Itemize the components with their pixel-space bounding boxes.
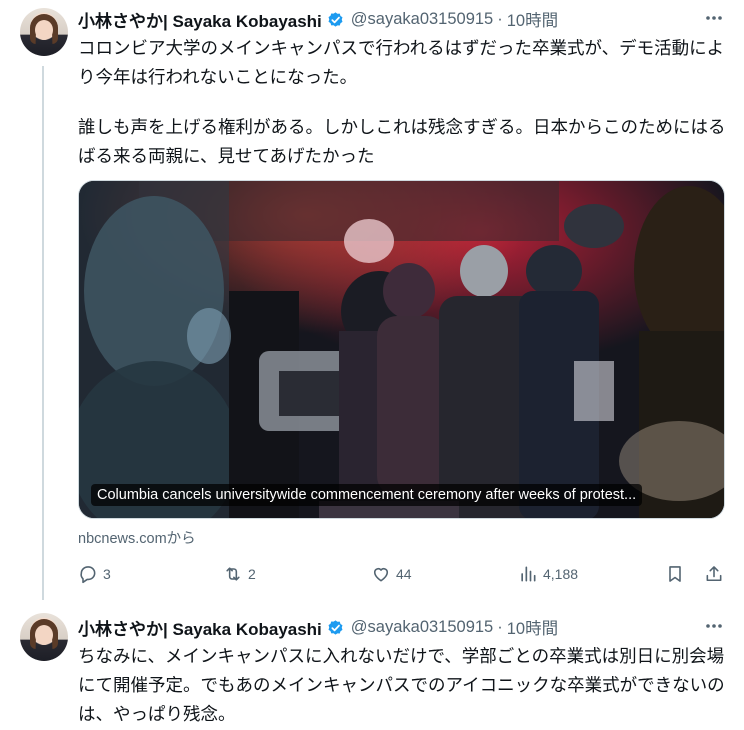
views-button[interactable]: 4,188 xyxy=(518,561,578,587)
like-button[interactable]: 44 xyxy=(371,561,412,587)
tweet-text-paragraph-2: 誰しも声を上げる権利がある。しかしこれは残念すぎる。日本からこのためにはるばる来… xyxy=(78,117,726,166)
reply-icon xyxy=(80,566,96,584)
timestamp[interactable]: 10時間 xyxy=(507,615,558,639)
link-card-image[interactable]: Columbia cancels universitywide commence… xyxy=(78,180,725,519)
repost-icon xyxy=(226,567,240,581)
author-name[interactable]: 小林さやか| Sayaka Kobayashi xyxy=(78,7,322,32)
author-handle[interactable]: @sayaka03150915 xyxy=(351,618,493,637)
thread-connector-line xyxy=(42,66,44,600)
reply-button[interactable]: 3 xyxy=(78,561,111,587)
like-count: 44 xyxy=(396,566,412,582)
news-photo xyxy=(79,181,724,518)
author-handle[interactable]: @sayaka03150915 xyxy=(351,10,493,29)
reply-count: 3 xyxy=(103,566,111,582)
verified-badge-icon[interactable] xyxy=(326,618,345,637)
avatar[interactable] xyxy=(20,613,68,661)
tweet[interactable]: 小林さやか| Sayaka Kobayashi @sayaka03150915 … xyxy=(0,0,744,600)
verified-badge-icon[interactable] xyxy=(326,10,345,29)
tweet-actions: 3 2 44 4,188 xyxy=(78,561,728,587)
tweet[interactable]: 小林さやか| Sayaka Kobayashi @sayaka03150915 … xyxy=(0,600,744,730)
link-card-headline[interactable]: Columbia cancels universitywide commence… xyxy=(91,484,643,506)
view-count: 4,188 xyxy=(543,566,579,582)
tweet-text-paragraph-1: コロンビア大学のメインキャンパスで行われるはずだった卒業式が、デモ活動により今年… xyxy=(78,38,725,87)
link-card-source[interactable]: nbcnews.comから xyxy=(78,527,196,548)
bookmark-icon xyxy=(669,566,681,582)
separator-dot: · xyxy=(497,617,503,636)
author-name[interactable]: 小林さやか| Sayaka Kobayashi xyxy=(78,615,322,640)
avatar[interactable] xyxy=(20,8,68,56)
share-button[interactable] xyxy=(704,561,729,587)
more-dots-icon[interactable] xyxy=(704,10,724,26)
bookmark-button[interactable] xyxy=(665,561,690,587)
timestamp[interactable]: 10時間 xyxy=(507,7,558,31)
repost-count: 2 xyxy=(248,566,256,582)
repost-button[interactable]: 2 xyxy=(223,561,256,587)
separator-dot: · xyxy=(497,9,503,28)
share-icon xyxy=(706,566,722,582)
tweet-text-paragraph-1: ちなみに、メインキャンパスに入れないだけで、学部ごとの卒業式は別日に別会場にて開… xyxy=(78,646,725,724)
views-bar-icon xyxy=(521,566,536,582)
tweet-header: 小林さやか| Sayaka Kobayashi @sayaka03150915 … xyxy=(78,7,558,32)
heart-icon xyxy=(373,567,389,582)
more-dots-icon[interactable] xyxy=(704,618,724,634)
tweet-header: 小林さやか| Sayaka Kobayashi @sayaka03150915 … xyxy=(78,615,558,640)
